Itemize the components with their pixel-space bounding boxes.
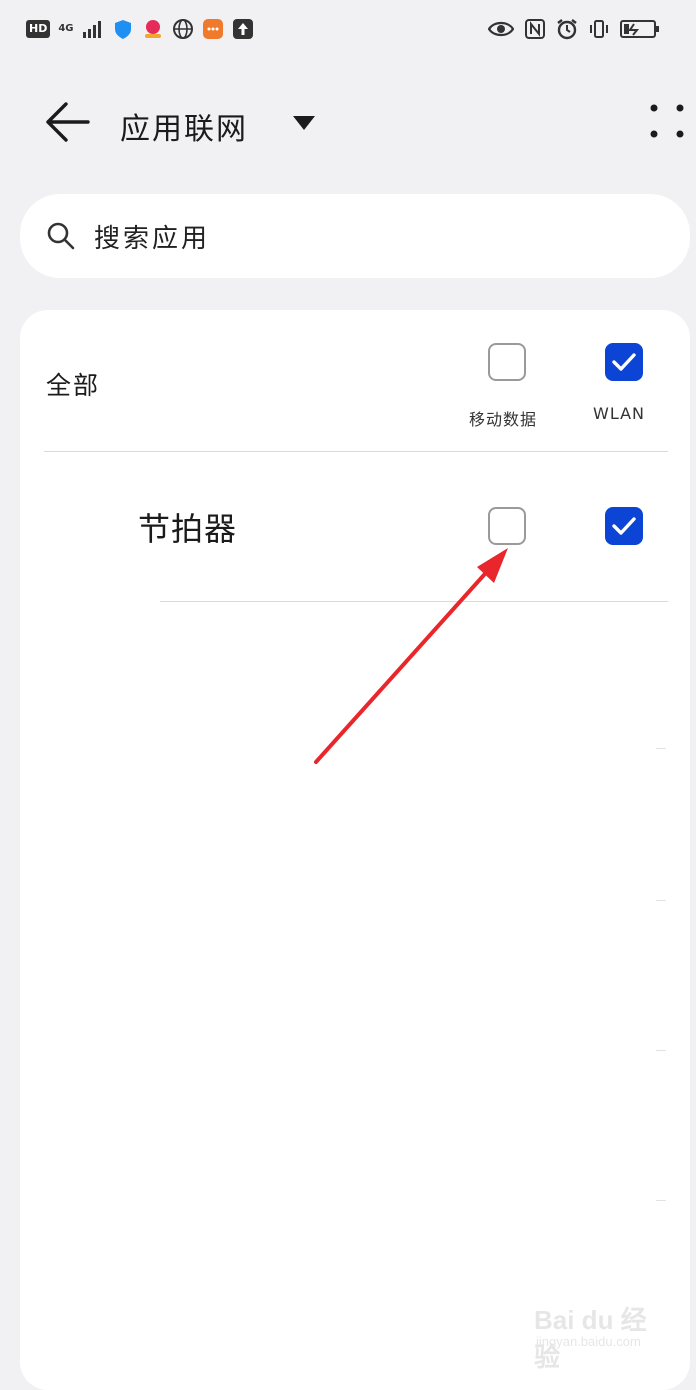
eye-icon xyxy=(488,21,514,37)
back-button[interactable] xyxy=(44,100,92,144)
arrow-left-icon xyxy=(46,102,90,142)
status-right xyxy=(488,18,660,40)
nfc-icon xyxy=(525,19,545,39)
status-bar: HD 4G xyxy=(0,0,696,64)
page-title: 应用联网 xyxy=(120,112,248,147)
app-wlan-checkbox[interactable] xyxy=(605,507,643,545)
all-apps-label: 全部 xyxy=(46,371,101,400)
check-icon xyxy=(612,353,636,371)
app-mobile-data-checkbox[interactable] xyxy=(488,507,526,545)
upload-icon xyxy=(232,19,253,39)
shield-icon xyxy=(114,20,131,39)
globe-icon xyxy=(172,19,193,39)
mobile-data-column-label: 移动数据 xyxy=(469,410,538,429)
hd-badge: HD xyxy=(26,20,51,38)
app-header: 应用联网 xyxy=(0,86,696,158)
scroll-tick xyxy=(656,748,666,749)
app-row-divider xyxy=(160,601,668,602)
all-mobile-data-checkbox[interactable] xyxy=(488,343,526,381)
app-icon xyxy=(144,20,161,38)
check-icon xyxy=(612,517,636,535)
battery-icon xyxy=(620,20,659,38)
wlan-column-label: WLAN xyxy=(593,404,646,423)
scroll-tick xyxy=(656,1200,666,1201)
alarm-icon xyxy=(557,19,577,40)
watermark-url: jingyan.baidu.com xyxy=(536,1334,641,1349)
more-dots-icon xyxy=(650,104,684,138)
message-icon xyxy=(202,19,223,39)
vibrate-icon xyxy=(590,20,608,38)
all-wlan-checkbox[interactable] xyxy=(605,343,643,381)
watermark: Bai du 经验 jingyan.baidu.com xyxy=(534,1300,664,1372)
signal-icon xyxy=(82,21,101,38)
search-icon xyxy=(47,222,75,250)
app-name-metronome: 节拍器 xyxy=(138,510,238,548)
network-badge: 4G xyxy=(58,23,74,34)
more-options-button[interactable] xyxy=(646,100,690,144)
scroll-tick xyxy=(656,1050,666,1051)
header-divider xyxy=(44,451,668,452)
triangle-down-icon xyxy=(293,116,315,130)
title-dropdown-button[interactable] xyxy=(290,110,318,134)
search-input[interactable]: 搜索应用 xyxy=(20,194,690,278)
scroll-tick xyxy=(656,900,666,901)
search-placeholder: 搜索应用 xyxy=(94,223,211,254)
app-list-card: 全部 移动数据 WLAN 节拍器 xyxy=(20,310,690,1390)
status-left: HD 4G xyxy=(26,18,254,40)
